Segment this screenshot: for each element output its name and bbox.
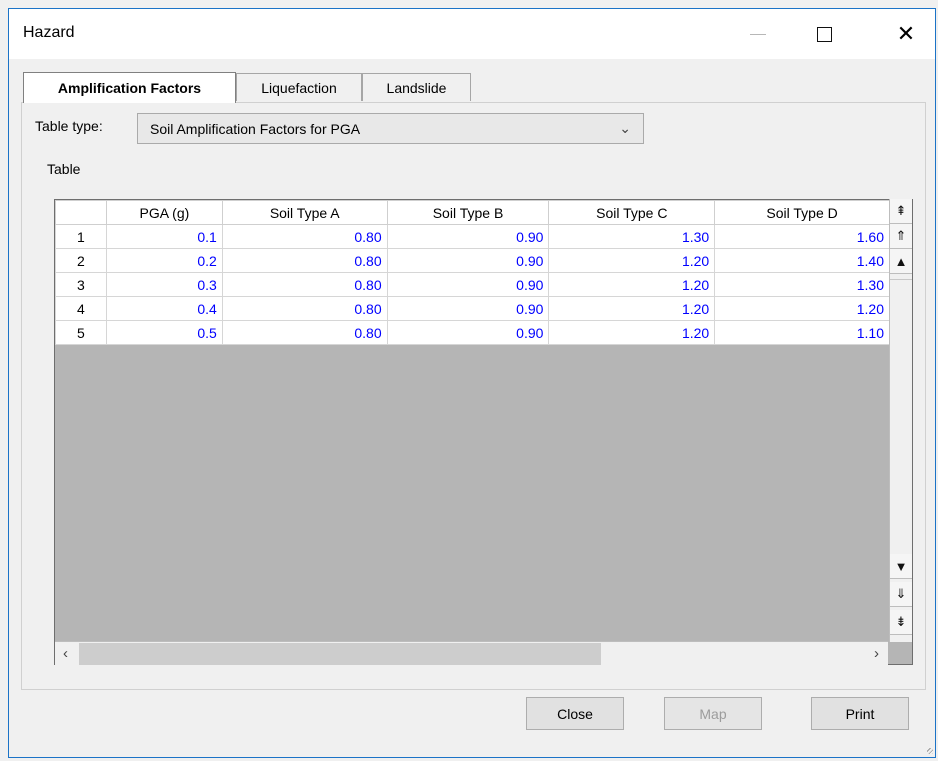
vertical-scroll-thumb[interactable] <box>890 279 912 570</box>
cell-soil-a[interactable]: 0.80 <box>221 224 388 249</box>
cell-soil-d[interactable]: 1.60 <box>714 224 890 249</box>
cell-soil-b[interactable]: 0.90 <box>386 320 550 345</box>
row-header[interactable]: 2 <box>55 248 107 273</box>
scroll-left-icon[interactable]: ‹ <box>63 645 68 662</box>
horizontal-scroll-thumb[interactable] <box>79 643 601 665</box>
hazard-window: Hazard ✕ Amplification Factors Liquefact… <box>8 8 936 758</box>
table-row[interactable]: 4 0.4 0.80 0.90 1.20 1.20 <box>55 296 890 321</box>
column-header-soil-d[interactable]: Soil Type D <box>714 200 890 225</box>
cell-soil-c[interactable]: 1.20 <box>548 320 716 345</box>
row-header[interactable]: 1 <box>55 224 107 249</box>
amplification-table[interactable]: PGA (g) Soil Type A Soil Type B Soil Typ… <box>54 199 913 665</box>
cell-soil-c[interactable]: 1.20 <box>548 296 716 321</box>
cell-soil-b[interactable]: 0.90 <box>386 296 550 321</box>
cell-soil-b[interactable]: 0.90 <box>386 248 550 273</box>
cell-pga[interactable]: 0.4 <box>105 296 223 321</box>
table-type-select[interactable]: Soil Amplification Factors for PGA ⌄ <box>137 113 644 144</box>
maximize-icon <box>816 26 832 42</box>
title-bar[interactable]: Hazard ✕ <box>9 9 935 59</box>
maximize-button[interactable] <box>795 9 853 59</box>
cell-soil-c[interactable]: 1.20 <box>548 248 716 273</box>
row-header[interactable]: 3 <box>55 272 107 297</box>
table-row[interactable]: 5 0.5 0.80 0.90 1.20 1.10 <box>55 320 890 345</box>
minimize-icon <box>750 33 766 35</box>
close-icon: ✕ <box>896 21 916 46</box>
scroll-page-up-icon[interactable]: ⇑ <box>890 224 912 249</box>
cell-pga[interactable]: 0.1 <box>105 224 223 249</box>
close-button[interactable]: Close <box>526 697 624 730</box>
tab-landslide[interactable]: Landslide <box>362 73 471 101</box>
data-grid[interactable]: PGA (g) Soil Type A Soil Type B Soil Typ… <box>55 200 890 345</box>
cell-soil-c[interactable]: 1.30 <box>548 224 716 249</box>
horizontal-scrollbar[interactable]: ‹ › <box>55 641 888 666</box>
table-type-value: Soil Amplification Factors for PGA <box>150 120 361 137</box>
table-type-label: Table type: <box>35 118 103 134</box>
table-row[interactable]: 1 0.1 0.80 0.90 1.30 1.60 <box>55 224 890 249</box>
window-title: Hazard <box>23 24 75 41</box>
corner-header <box>55 200 107 225</box>
column-header-soil-c[interactable]: Soil Type C <box>548 200 716 225</box>
cell-soil-d[interactable]: 1.10 <box>714 320 890 345</box>
header-row: PGA (g) Soil Type A Soil Type B Soil Typ… <box>55 200 890 225</box>
cell-soil-d[interactable]: 1.30 <box>714 272 890 297</box>
cell-pga[interactable]: 0.3 <box>105 272 223 297</box>
cell-soil-a[interactable]: 0.80 <box>221 296 388 321</box>
minimize-button[interactable] <box>729 9 787 59</box>
cell-soil-d[interactable]: 1.40 <box>714 248 890 273</box>
cell-soil-a[interactable]: 0.80 <box>221 272 388 297</box>
column-header-soil-b[interactable]: Soil Type B <box>386 200 550 225</box>
scroll-right-icon[interactable]: › <box>874 645 879 662</box>
cell-soil-c[interactable]: 1.20 <box>548 272 716 297</box>
print-button[interactable]: Print <box>811 697 909 730</box>
vertical-scrollbar[interactable]: ⇞ ⇑ ▲ ▼ ⇓ ⇟ <box>889 199 912 642</box>
map-button: Map <box>664 697 762 730</box>
column-header-soil-a[interactable]: Soil Type A <box>221 200 388 225</box>
scroll-first-icon[interactable]: ⇞ <box>890 199 912 224</box>
cell-soil-a[interactable]: 0.80 <box>221 320 388 345</box>
row-header[interactable]: 5 <box>55 320 107 345</box>
table-row[interactable]: 2 0.2 0.80 0.90 1.20 1.40 <box>55 248 890 273</box>
chevron-down-icon: ⌄ <box>619 120 631 136</box>
scroll-page-down-icon[interactable]: ⇓ <box>890 582 912 607</box>
resize-grip-icon[interactable] <box>927 748 933 754</box>
cell-soil-b[interactable]: 0.90 <box>386 272 550 297</box>
close-window-button[interactable]: ✕ <box>877 9 935 59</box>
scroll-down-icon[interactable]: ▼ <box>890 554 912 579</box>
table-row[interactable]: 3 0.3 0.80 0.90 1.20 1.30 <box>55 272 890 297</box>
cell-pga[interactable]: 0.5 <box>105 320 223 345</box>
cell-soil-a[interactable]: 0.80 <box>221 248 388 273</box>
column-header-pga[interactable]: PGA (g) <box>105 200 223 225</box>
table-group-label: Table <box>47 161 81 177</box>
tab-amplification-factors[interactable]: Amplification Factors <box>23 72 236 103</box>
row-header[interactable]: 4 <box>55 296 107 321</box>
scroll-up-icon[interactable]: ▲ <box>890 249 912 274</box>
tab-liquefaction[interactable]: Liquefaction <box>236 73 362 101</box>
cell-soil-b[interactable]: 0.90 <box>386 224 550 249</box>
cell-pga[interactable]: 0.2 <box>105 248 223 273</box>
scroll-last-icon[interactable]: ⇟ <box>890 610 912 635</box>
cell-soil-d[interactable]: 1.20 <box>714 296 890 321</box>
